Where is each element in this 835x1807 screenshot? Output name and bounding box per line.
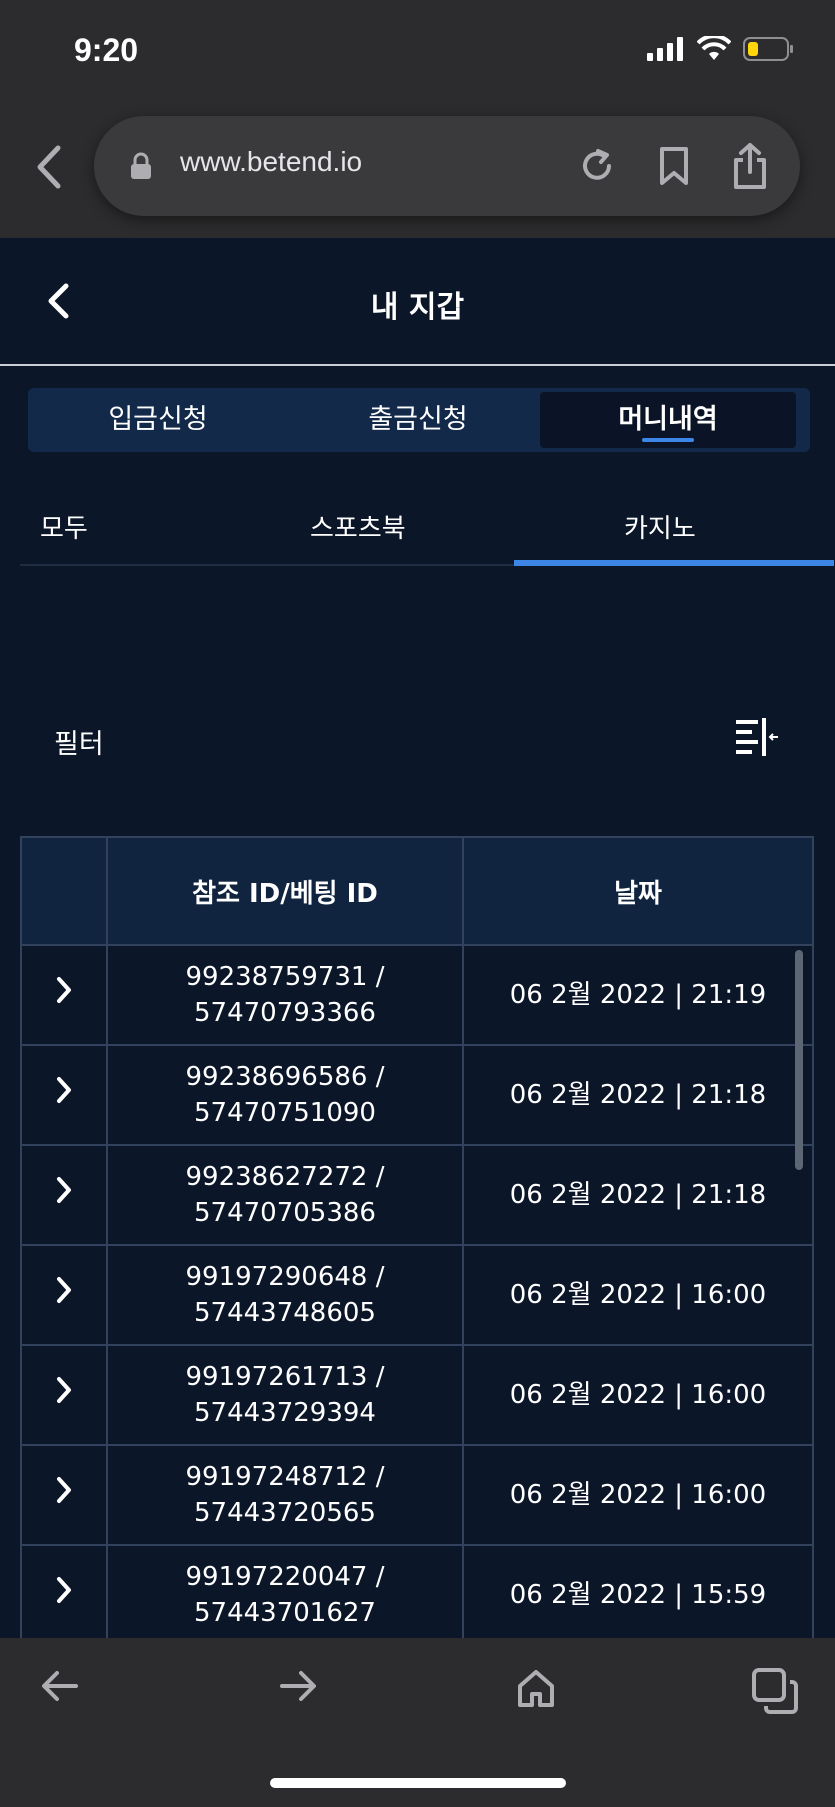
filter-toggle-icon[interactable]	[734, 716, 780, 760]
tab-label: 머니내역	[618, 404, 718, 435]
table-header-row: 참조 ID/베팅 ID 날짜	[20, 836, 814, 946]
date-cell: 06 2월 2022 | 21:19	[462, 944, 814, 1046]
tab-active-underline	[642, 438, 694, 442]
signal-icon	[647, 37, 683, 61]
ref-id-cell: 99197248712 / 57443720565	[106, 1444, 464, 1546]
row-expand-cell[interactable]	[20, 1544, 108, 1638]
bet-id: 57443701627	[194, 1598, 376, 1628]
filter-label: 필터	[54, 729, 104, 760]
table-row[interactable]: 99197248712 / 57443720565 06 2월 2022 | 16…	[20, 1444, 814, 1546]
chevron-right-icon[interactable]	[55, 1476, 73, 1504]
date-cell: 06 2월 2022 | 16:00	[462, 1344, 814, 1446]
home-indicator[interactable]	[270, 1778, 566, 1788]
ref-id: 99238627272 /	[185, 1162, 385, 1192]
tab-deposit-request[interactable]: 입금신청	[28, 388, 288, 452]
history-subtabs: 모두 스포츠북 카지노	[20, 508, 834, 566]
bet-id: 57443748605	[194, 1298, 376, 1328]
row-expand-cell[interactable]	[20, 1244, 108, 1346]
chevron-right-icon[interactable]	[55, 976, 73, 1004]
row-expand-cell[interactable]	[20, 1344, 108, 1446]
table-row[interactable]: 99197220047 / 57443701627 06 2월 2022 | 15…	[20, 1544, 814, 1638]
tab-label: 입금신청	[108, 404, 208, 435]
ref-id: 99197220047 /	[185, 1562, 385, 1592]
ref-id-cell: 99197261713 / 57443729394	[106, 1344, 464, 1446]
status-icons	[647, 36, 795, 62]
ref-id: 99197290648 /	[185, 1262, 385, 1292]
url-bar[interactable]: www.betend.io	[94, 116, 800, 216]
bet-id: 57443720565	[194, 1498, 376, 1528]
ref-id: 99238759731 /	[185, 962, 385, 992]
row-expand-cell[interactable]	[20, 944, 108, 1046]
table-row[interactable]: 99238627272 / 57470705386 06 2월 2022 | 21…	[20, 1144, 814, 1246]
ref-id-cell: 99238759731 / 57470793366	[106, 944, 464, 1046]
page-header: 내 지갑	[0, 238, 835, 366]
url-text: www.betend.io	[180, 146, 363, 177]
ref-id-cell: 99197220047 / 57443701627	[106, 1544, 464, 1638]
date-cell: 06 2월 2022 | 21:18	[462, 1044, 814, 1146]
share-icon[interactable]	[732, 142, 768, 190]
battery-icon	[743, 37, 793, 61]
transaction-table: 참조 ID/베팅 ID 날짜 99238759731 / 57470793366 …	[20, 836, 814, 1638]
home-icon[interactable]	[516, 1668, 556, 1708]
tab-withdraw-request[interactable]: 출금신청	[288, 388, 548, 452]
chevron-right-icon[interactable]	[55, 1176, 73, 1204]
row-expand-cell[interactable]	[20, 1444, 108, 1546]
chevron-right-icon[interactable]	[55, 1576, 73, 1604]
subtab-casino[interactable]: 카지노	[624, 508, 696, 545]
nav-forward-icon[interactable]	[278, 1668, 318, 1704]
table-row[interactable]: 99238759731 / 57470793366 06 2월 2022 | 21…	[20, 944, 814, 1046]
reload-icon[interactable]	[578, 147, 616, 185]
wallet-page: 내 지갑 입금신청 출금신청 머니내역 모두 스포츠북 카지노 필터 참조 ID…	[0, 238, 835, 1638]
bet-id: 57443729394	[194, 1398, 376, 1428]
row-expand-cell[interactable]	[20, 1044, 108, 1146]
bet-id: 57470793366	[194, 998, 376, 1028]
url-actions	[578, 142, 768, 190]
col-header-expand	[20, 836, 108, 946]
row-expand-cell[interactable]	[20, 1144, 108, 1246]
status-time: 9:20	[74, 32, 139, 68]
browser-toolbar	[0, 1638, 835, 1807]
chevron-right-icon[interactable]	[55, 1376, 73, 1404]
nav-back-icon[interactable]	[40, 1668, 80, 1704]
subtab-active-indicator	[514, 560, 834, 566]
tab-money-history[interactable]: 머니내역	[540, 392, 796, 448]
page-title: 내 지갑	[370, 290, 465, 325]
status-bar: 9:20	[0, 0, 835, 100]
ref-id: 99238696586 /	[185, 1062, 385, 1092]
subtab-all[interactable]: 모두	[40, 508, 88, 545]
col-header-ref-id: 참조 ID/베팅 ID	[106, 836, 464, 946]
subtab-sportsbook[interactable]: 스포츠북	[310, 508, 406, 545]
wifi-icon	[697, 36, 731, 60]
ref-id: 99197248712 /	[185, 1462, 385, 1492]
table-scrollbar[interactable]	[795, 950, 803, 1170]
ref-id-cell: 99238696586 / 57470751090	[106, 1044, 464, 1146]
bet-id: 57470751090	[194, 1098, 376, 1128]
chevron-right-icon[interactable]	[55, 1276, 73, 1304]
date-cell: 06 2월 2022 | 21:18	[462, 1144, 814, 1246]
date-cell: 06 2월 2022 | 16:00	[462, 1244, 814, 1346]
col-header-date: 날짜	[462, 836, 814, 946]
ref-id-cell: 99238627272 / 57470705386	[106, 1144, 464, 1246]
ref-id: 99197261713 /	[185, 1362, 385, 1392]
table-row[interactable]: 99238696586 / 57470751090 06 2월 2022 | 21…	[20, 1044, 814, 1146]
tab-label: 출금신청	[368, 404, 468, 435]
table-row[interactable]: 99197261713 / 57443729394 06 2월 2022 | 16…	[20, 1344, 814, 1446]
bet-id: 57470705386	[194, 1198, 376, 1228]
lock-icon	[131, 152, 151, 179]
browser-bar: www.betend.io	[0, 100, 835, 238]
browser-back-icon[interactable]	[30, 140, 66, 194]
table-row[interactable]: 99197290648 / 57443748605 06 2월 2022 | 16…	[20, 1244, 814, 1346]
bookmark-icon[interactable]	[658, 146, 690, 186]
chevron-right-icon[interactable]	[55, 1076, 73, 1104]
filter-row: 필터	[0, 712, 835, 772]
wallet-tabs: 입금신청 출금신청 머니내역	[28, 388, 810, 452]
date-cell: 06 2월 2022 | 16:00	[462, 1444, 814, 1546]
tabs-icon[interactable]	[752, 1668, 798, 1714]
date-cell: 06 2월 2022 | 15:59	[462, 1544, 814, 1638]
ref-id-cell: 99197290648 / 57443748605	[106, 1244, 464, 1346]
